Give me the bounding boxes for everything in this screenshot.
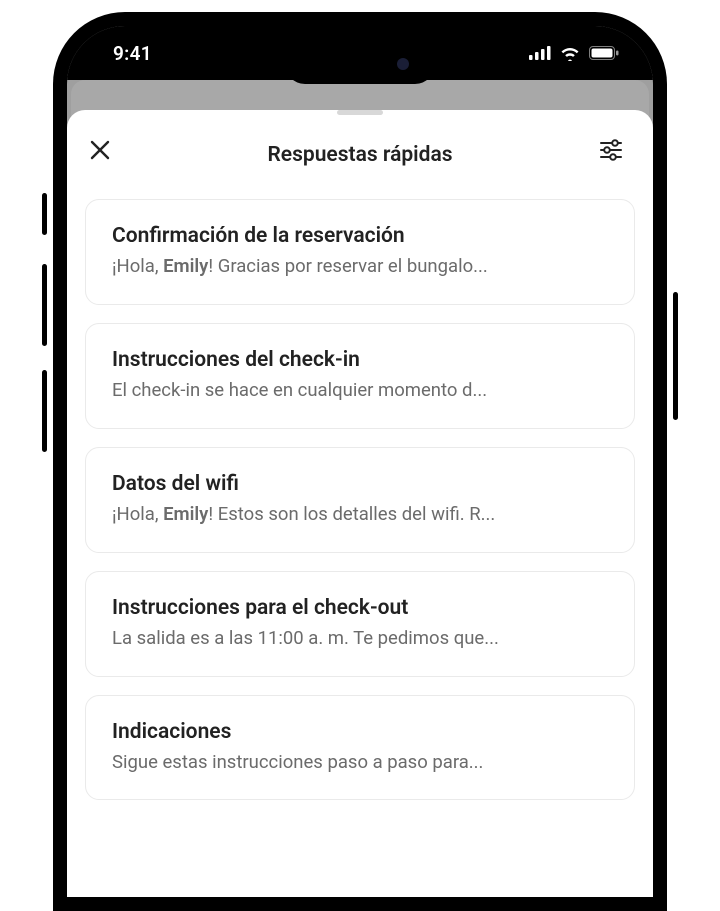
battery-icon — [589, 46, 619, 60]
volume-up-button — [42, 264, 47, 346]
sliders-icon — [599, 139, 623, 161]
card-preview: ¡Hola, Emily! Estos son los detalles del… — [112, 502, 608, 528]
quick-reply-card[interactable]: Datos del wifi ¡Hola, Emily! Estos son l… — [85, 447, 635, 553]
volume-silence-switch — [42, 193, 47, 235]
camera-dot — [397, 58, 409, 70]
card-preview: ¡Hola, Emily! Gracias por reservar el bu… — [112, 254, 608, 280]
card-title: Indicaciones — [112, 720, 608, 744]
close-button[interactable] — [89, 139, 121, 171]
cellular-icon — [529, 46, 551, 60]
quick-reply-card[interactable]: Indicaciones Sigue estas instrucciones p… — [85, 695, 635, 801]
card-title: Instrucciones del check-in — [112, 348, 608, 372]
card-preview: La salida es a las 11:00 a. m. Te pedimo… — [112, 626, 608, 652]
phone-screen: 9:41 — [67, 26, 653, 897]
close-icon — [89, 139, 111, 161]
card-preview: Sigue estas instrucciones paso a paso pa… — [112, 750, 608, 776]
power-button — [673, 292, 678, 420]
card-title: Datos del wifi — [112, 472, 608, 496]
sheet-header: Respuestas rápidas — [81, 115, 639, 199]
quick-reply-card[interactable]: Instrucciones del check-in El check-in s… — [85, 323, 635, 429]
filter-settings-button[interactable] — [599, 139, 631, 171]
card-preview: El check-in se hace en cualquier momento… — [112, 378, 608, 404]
quick-replies-list: Confirmación de la reservación ¡Hola, Em… — [81, 199, 639, 800]
phone-frame: 9:41 — [53, 12, 667, 911]
quick-reply-card[interactable]: Instrucciones para el check-out La salid… — [85, 571, 635, 677]
card-title: Instrucciones para el check-out — [112, 596, 608, 620]
status-indicators — [529, 45, 619, 61]
status-time: 9:41 — [101, 42, 152, 65]
bottom-sheet: Respuestas rápidas Confirmación de la re… — [67, 110, 653, 897]
quick-reply-card[interactable]: Confirmación de la reservación ¡Hola, Em… — [85, 199, 635, 305]
volume-down-button — [42, 370, 47, 452]
card-title: Confirmación de la reservación — [112, 224, 608, 248]
dynamic-island — [285, 44, 435, 84]
wifi-icon — [559, 45, 581, 61]
sheet-title: Respuestas rápidas — [121, 143, 599, 167]
